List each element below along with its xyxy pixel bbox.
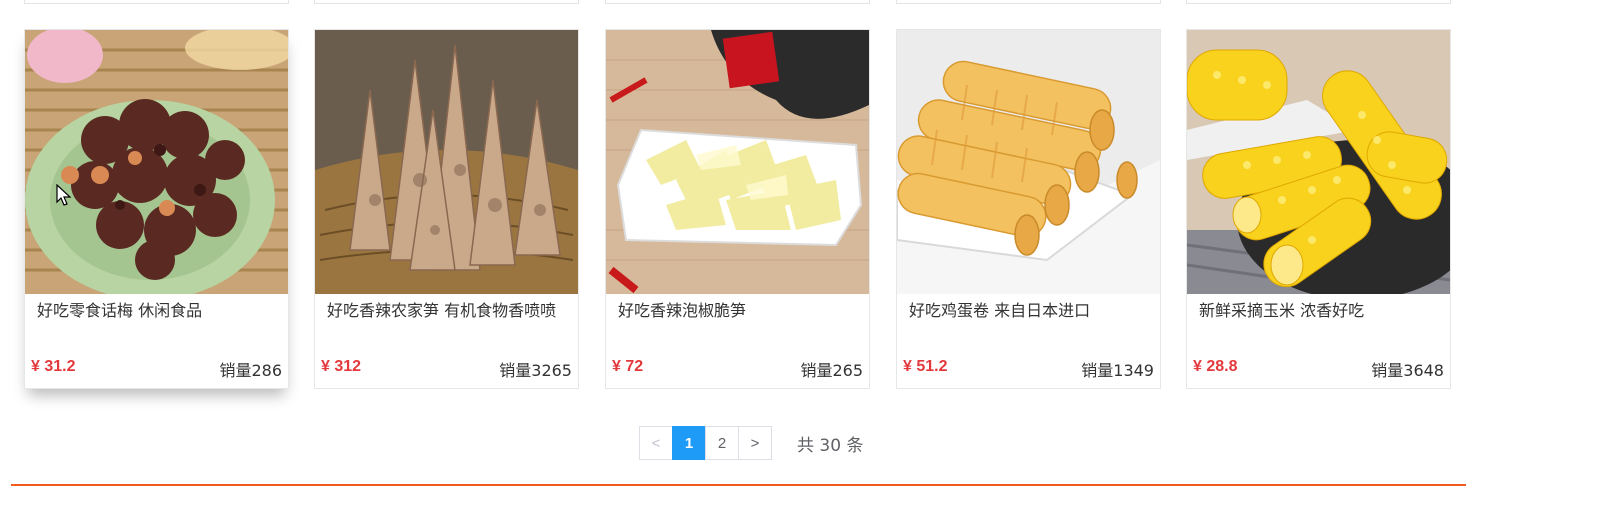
pagination-total: 共 30 条	[797, 435, 864, 456]
prev-page-button[interactable]: <	[639, 426, 673, 460]
egg-rolls-image	[897, 30, 1160, 294]
product-image-pickled-shoots[interactable]	[606, 30, 869, 294]
previous-card-edge	[896, 0, 1161, 4]
product-sales: 销量3648	[1371, 361, 1444, 380]
product-image-egg-rolls[interactable]	[897, 30, 1160, 294]
previous-card-edge	[314, 0, 579, 4]
previous-row-card-bottoms	[0, 0, 1618, 4]
product-price: ¥ 28.8	[1193, 358, 1238, 375]
pickled-bamboo-shoots-image	[606, 30, 869, 294]
next-page-button[interactable]: >	[738, 426, 772, 460]
previous-card-edge	[24, 0, 289, 4]
product-card[interactable]: 好吃零食话梅 休闲食品 ¥ 31.2 销量286	[24, 29, 289, 389]
product-sales: 销量1349	[1081, 361, 1154, 380]
product-title[interactable]: 好吃零食话梅 休闲食品	[37, 300, 277, 322]
page-1-button[interactable]: 1	[672, 426, 706, 460]
previous-card-edge	[1186, 0, 1451, 4]
product-sales: 销量286	[219, 361, 282, 380]
product-card[interactable]: 好吃鸡蛋卷 来自日本进口 ¥ 51.2 销量1349	[896, 29, 1161, 389]
product-title[interactable]: 好吃香辣农家笋 有机食物香喷喷	[327, 300, 567, 322]
product-title[interactable]: 好吃香辣泡椒脆笋	[618, 300, 858, 322]
product-card[interactable]: 好吃香辣农家笋 有机食物香喷喷 ¥ 312 销量3265	[314, 29, 579, 389]
product-card[interactable]: 好吃香辣泡椒脆笋 ¥ 72 销量265	[605, 29, 870, 389]
product-listing-page: 好吃零食话梅 休闲食品 ¥ 31.2 销量286 好吃香辣农家笋 有机食物香喷喷…	[0, 0, 1618, 510]
product-title[interactable]: 新鲜采摘玉米 浓香好吃	[1199, 300, 1439, 322]
page-2-button[interactable]: 2	[705, 426, 739, 460]
product-price: ¥ 312	[321, 358, 362, 375]
product-image-corn[interactable]	[1187, 30, 1450, 294]
product-sales: 销量3265	[499, 361, 572, 380]
product-price: ¥ 31.2	[31, 358, 76, 375]
footer-divider	[11, 484, 1466, 486]
product-title[interactable]: 好吃鸡蛋卷 来自日本进口	[909, 300, 1149, 322]
fresh-corn-image	[1187, 30, 1450, 294]
product-price: ¥ 51.2	[903, 358, 948, 375]
product-price: ¥ 72	[612, 358, 644, 375]
product-card[interactable]: 新鲜采摘玉米 浓香好吃 ¥ 28.8 销量3648	[1186, 29, 1451, 389]
product-image-dried-plums[interactable]	[25, 30, 288, 294]
product-image-bamboo-shoots[interactable]	[315, 30, 578, 294]
previous-card-edge	[605, 0, 870, 4]
dried-plums-image	[25, 30, 288, 294]
product-sales: 销量265	[800, 361, 863, 380]
pagination: < 1 2 > 共 30 条	[639, 426, 863, 460]
bamboo-shoots-image	[315, 30, 578, 294]
